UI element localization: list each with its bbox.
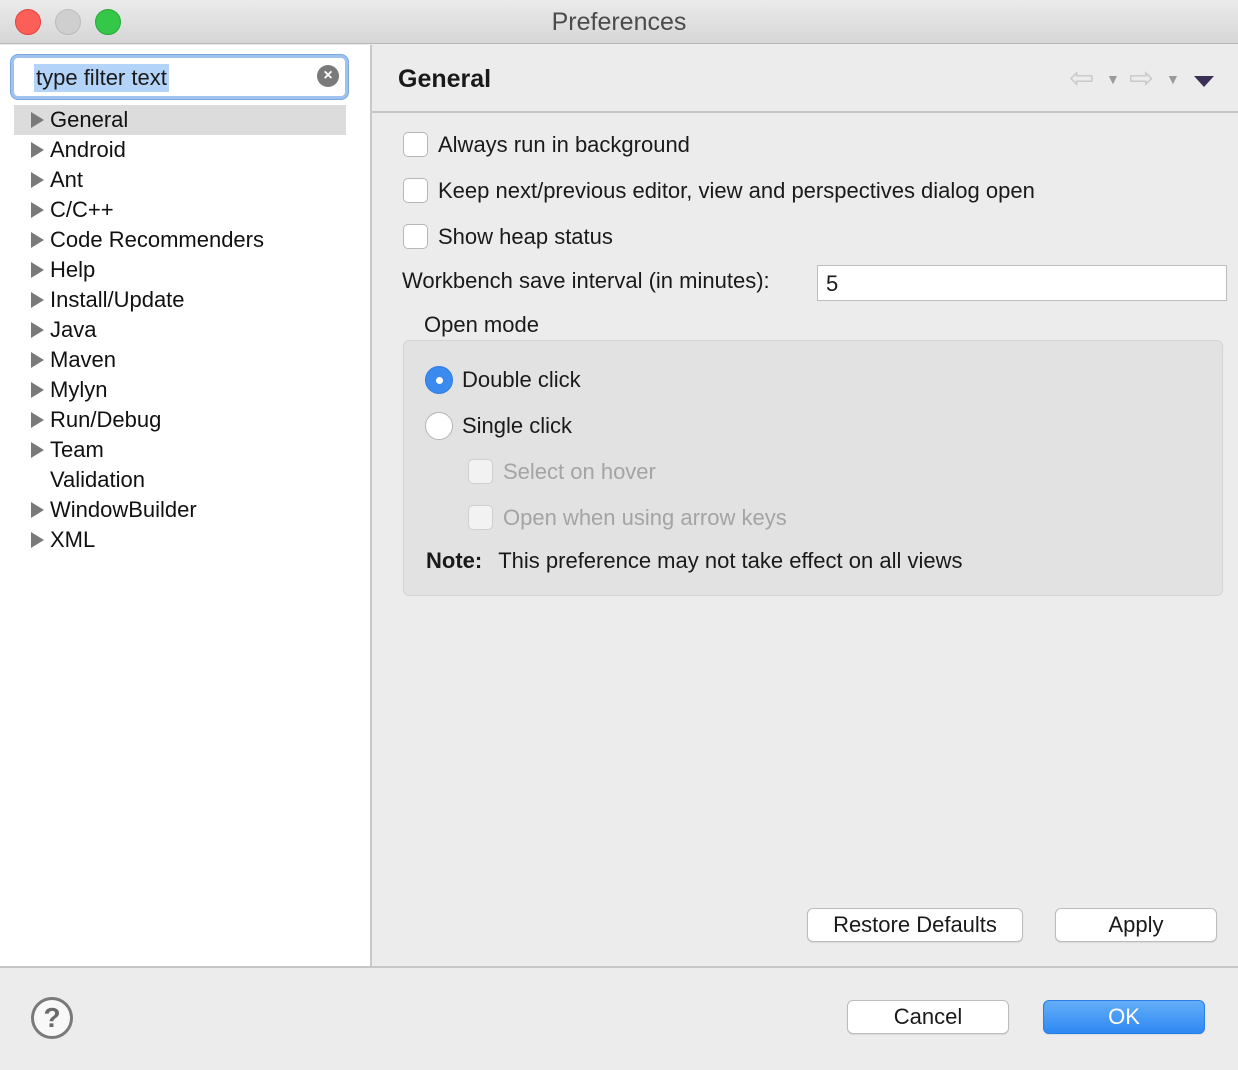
tree-item-windowbuilder[interactable]: WindowBuilder — [14, 495, 346, 525]
open-mode-note: Note: This preference may not take effect… — [426, 548, 963, 574]
select-on-hover-option: Select on hover — [468, 457, 718, 487]
tree-item-validation[interactable]: Validation — [14, 465, 346, 495]
tree-item-cpp[interactable]: C/C++ — [14, 195, 346, 225]
tree-item-label: General — [50, 107, 129, 132]
expand-arrow-icon[interactable] — [31, 412, 44, 428]
page-title: General — [398, 65, 492, 93]
expand-arrow-icon[interactable] — [31, 322, 44, 338]
tree-item-label: Java — [50, 317, 97, 342]
window-title: Preferences — [551, 8, 687, 36]
tree-item-xml[interactable]: XML — [14, 525, 346, 555]
note-label: Note: — [426, 548, 483, 573]
expand-arrow-icon[interactable] — [31, 382, 44, 398]
tree-item-label: Mylyn — [50, 377, 108, 402]
open-arrow-keys-label: Open when using arrow keys — [503, 505, 787, 530]
always-run-background-checkbox[interactable] — [403, 132, 428, 157]
tree-item-label: Maven — [50, 347, 117, 372]
filter-input[interactable]: type filter text — [34, 64, 169, 92]
expand-arrow-icon[interactable] — [31, 112, 44, 128]
cancel-button[interactable]: Cancel — [847, 1000, 1009, 1034]
expand-arrow-icon[interactable] — [31, 232, 44, 248]
select-on-hover-checkbox — [468, 459, 493, 484]
footer-divider — [0, 966, 1238, 968]
tree-item-label: C/C++ — [50, 197, 114, 222]
tree-item-android[interactable]: Android — [14, 135, 346, 165]
back-history-caret-icon[interactable]: ▼ — [1106, 71, 1120, 87]
tree-item-ant[interactable]: Ant — [14, 165, 346, 195]
forward-arrow-icon[interactable]: ⇨ — [1129, 64, 1159, 94]
tree-item-code-recommenders[interactable]: Code Recommenders — [14, 225, 346, 255]
single-click-label: Single click — [462, 413, 573, 438]
save-interval-label: Workbench save interval (in minutes): — [402, 268, 770, 293]
expand-arrow-icon[interactable] — [31, 172, 44, 188]
double-click-radio[interactable] — [425, 366, 453, 394]
preferences-tree: General Android Ant C/C++ Code Recommend… — [14, 105, 346, 555]
filter-field[interactable]: type filter text × — [11, 55, 348, 99]
always-run-background-label: Always run in background — [438, 132, 690, 157]
expand-arrow-icon[interactable] — [31, 262, 44, 278]
tree-item-help[interactable]: Help — [14, 255, 346, 285]
tree-item-general[interactable]: General — [14, 105, 346, 135]
tree-item-label: Validation — [50, 467, 145, 492]
restore-defaults-button[interactable]: Restore Defaults — [807, 908, 1023, 942]
expand-arrow-icon[interactable] — [31, 142, 44, 158]
clear-filter-icon[interactable]: × — [317, 65, 339, 87]
expand-arrow-icon[interactable] — [31, 352, 44, 368]
tree-item-label: Help — [50, 257, 96, 282]
tree-item-label: Install/Update — [50, 287, 185, 312]
double-click-label: Double click — [462, 367, 581, 392]
tree-item-label: XML — [50, 527, 96, 552]
show-heap-status-label: Show heap status — [438, 224, 613, 249]
save-interval-input[interactable]: 5 — [817, 265, 1227, 301]
single-click-radio[interactable] — [425, 412, 453, 440]
open-mode-label: Open mode — [424, 312, 539, 337]
tree-item-mylyn[interactable]: Mylyn — [14, 375, 346, 405]
always-run-background-option[interactable]: Always run in background — [403, 130, 803, 160]
expand-arrow-icon[interactable] — [31, 532, 44, 548]
tree-item-label: WindowBuilder — [50, 497, 197, 522]
forward-history-caret-icon[interactable]: ▼ — [1166, 71, 1180, 87]
open-arrow-keys-option: Open when using arrow keys — [468, 503, 828, 533]
ok-button[interactable]: OK — [1043, 1000, 1205, 1034]
tree-item-label: Ant — [50, 167, 84, 192]
tree-item-label: Team — [50, 437, 104, 462]
show-heap-status-checkbox[interactable] — [403, 224, 428, 249]
double-click-option[interactable]: Double click — [425, 365, 625, 395]
expand-arrow-icon[interactable] — [31, 292, 44, 308]
single-click-option[interactable]: Single click — [425, 411, 625, 441]
tree-item-label: Code Recommenders — [50, 227, 264, 252]
back-arrow-icon[interactable]: ⇦ — [1069, 64, 1099, 94]
show-heap-status-option[interactable]: Show heap status — [403, 222, 703, 252]
expand-arrow-icon[interactable] — [31, 202, 44, 218]
pane-splitter[interactable] — [370, 45, 372, 966]
select-on-hover-label: Select on hover — [503, 459, 656, 484]
expand-arrow-icon[interactable] — [31, 442, 44, 458]
keep-dialog-open-option[interactable]: Keep next/previous editor, view and pers… — [403, 176, 1103, 206]
expand-arrow-icon[interactable] — [31, 502, 44, 518]
view-menu-icon[interactable] — [1194, 76, 1214, 87]
tree-item-label: Android — [50, 137, 126, 162]
tree-item-label: Run/Debug — [50, 407, 162, 432]
open-arrow-keys-checkbox — [468, 505, 493, 530]
page-header: General ⇦ ▼ ⇨ ▼ — [372, 45, 1238, 113]
tree-item-install-update[interactable]: Install/Update — [14, 285, 346, 315]
keep-dialog-open-label: Keep next/previous editor, view and pers… — [438, 178, 1035, 203]
help-icon[interactable]: ? — [31, 997, 73, 1039]
apply-button[interactable]: Apply — [1055, 908, 1217, 942]
tree-item-team[interactable]: Team — [14, 435, 346, 465]
keep-dialog-open-checkbox[interactable] — [403, 178, 428, 203]
title-bar: Preferences — [0, 0, 1238, 44]
tree-item-run-debug[interactable]: Run/Debug — [14, 405, 346, 435]
tree-item-java[interactable]: Java — [14, 315, 346, 345]
tree-item-maven[interactable]: Maven — [14, 345, 346, 375]
note-text: This preference may not take effect on a… — [498, 548, 963, 573]
